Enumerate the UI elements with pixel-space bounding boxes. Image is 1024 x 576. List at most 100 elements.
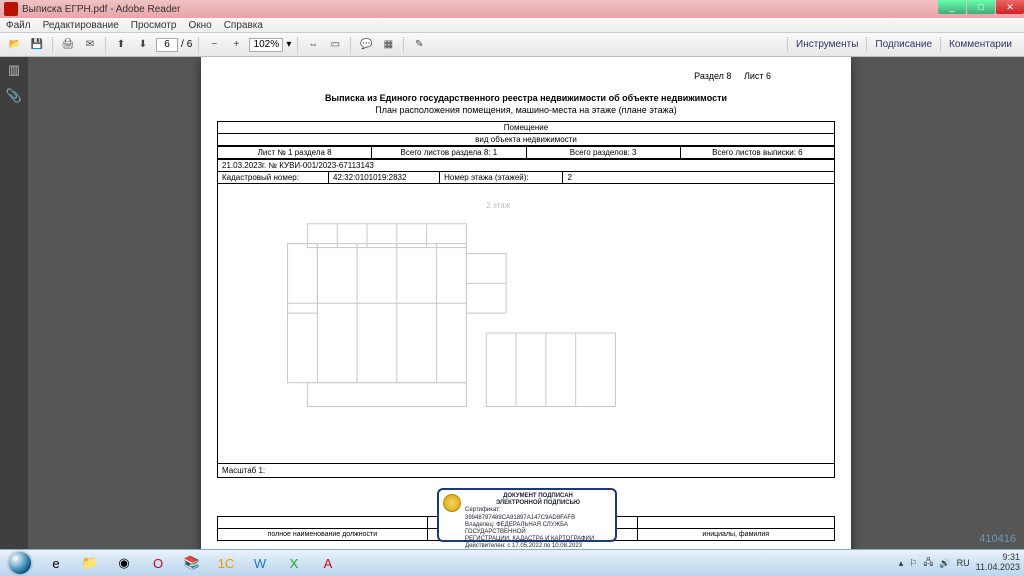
emblem-icon — [443, 494, 461, 512]
zoom-control: ▾ — [249, 38, 291, 52]
email-icon[interactable]: ✉ — [81, 36, 99, 54]
sign-icon[interactable]: ✎ — [410, 36, 428, 54]
stamp-valid: Действителен: с 17.05.2022 по 10.08.2023 — [465, 543, 611, 549]
taskbar-explorer-icon[interactable]: 📁 — [74, 551, 106, 575]
taskbar-pinned: e 📁 ◉ O 📚 1C W X A — [40, 551, 344, 575]
open-file-icon[interactable]: 📂 — [6, 36, 24, 54]
tray-lang[interactable]: RU — [957, 558, 970, 568]
separator — [52, 37, 53, 53]
object-type-label: вид объекта недвижимости — [218, 134, 835, 146]
windows-orb-icon — [9, 552, 31, 574]
thumbnails-icon[interactable]: ▥ — [5, 61, 23, 79]
stamp-owner: Владелец: ФЕДЕРАЛЬНАЯ СЛУЖБА ГОСУДАРСТВЕ… — [465, 522, 611, 536]
floor-label: Номер этажа (этажей): — [440, 172, 563, 184]
page-current-input[interactable] — [156, 38, 178, 52]
menu-help[interactable]: Справка — [224, 20, 263, 31]
tray-volume-icon[interactable]: 🔊 — [939, 558, 950, 569]
sheets-table: Лист № 1 раздела 8 Всего листов раздела … — [217, 146, 835, 159]
page-down-icon[interactable]: ⬇ — [134, 36, 152, 54]
sign-panel-button[interactable]: Подписание — [866, 37, 940, 52]
section-label: Раздел 8 — [694, 71, 731, 81]
comments-panel-button[interactable]: Комментарии — [940, 37, 1020, 52]
taskbar-ie-icon[interactable]: e — [40, 551, 72, 575]
zoom-dropdown-icon[interactable]: ▾ — [286, 39, 291, 50]
cad-value: 42:32:0101019:2832 — [329, 172, 440, 184]
print-icon[interactable]: 🖨 — [59, 36, 77, 54]
plan-floor-label: 2 этаж — [486, 201, 510, 210]
reg-info-table: 21.03.2023г. № КУВИ-001/2023-67113143 Ка… — [217, 159, 835, 184]
save-icon[interactable]: 💾 — [28, 36, 46, 54]
cad-label: Кадастровый номер: — [218, 172, 329, 184]
pdf-page: Раздел 8 Лист 6 Выписка из Единого госуд… — [201, 57, 851, 549]
separator — [198, 37, 199, 53]
page-up-icon[interactable]: ⬆ — [112, 36, 130, 54]
floor-plan: 2 этаж — [217, 184, 835, 464]
zoom-input[interactable] — [249, 38, 283, 52]
scale-row: Масштаб 1: — [217, 464, 835, 478]
taskbar-reader-icon[interactable]: A — [312, 551, 344, 575]
tray-show-hidden-icon[interactable]: ▴ — [899, 558, 904, 569]
taskbar-opera-icon[interactable]: O — [142, 551, 174, 575]
window-titlebar: Выписка ЕГРН.pdf - Adobe Reader _ □ ✕ — [0, 0, 1024, 18]
toolbar: 📂 💾 🖨 ✉ ⬆ ⬇ / 6 − + ▾ ⇔ ▭ 💬 ▦ ✎ Инструме… — [0, 33, 1024, 57]
tray-network-icon[interactable]: 🖧 — [923, 555, 933, 571]
taskbar-word-icon[interactable]: W — [244, 551, 276, 575]
main-area: ▥ 📎 Раздел 8 Лист 6 Выписка из Единого г… — [0, 57, 1024, 549]
tray-clock[interactable]: 9:31 11.04.2023 — [976, 553, 1020, 573]
separator — [105, 37, 106, 53]
window-title: Выписка ЕГРН.pdf - Adobe Reader — [22, 4, 1024, 15]
sig-col-name: инициалы, фамилия — [637, 529, 834, 541]
doc-title: Выписка из Единого государственного реес… — [217, 93, 835, 103]
nav-sidebar: ▥ 📎 — [0, 57, 28, 549]
page-indicator: / 6 — [156, 38, 192, 52]
reg-number: 21.03.2023г. № КУВИ-001/2023-67113143 — [218, 160, 835, 172]
window-close-button[interactable]: ✕ — [996, 0, 1024, 14]
sheet-cell-2: Всего листов раздела 8: 1 — [372, 147, 526, 159]
document-viewport[interactable]: Раздел 8 Лист 6 Выписка из Единого госуд… — [28, 57, 1024, 549]
highlight-icon[interactable]: ▦ — [379, 36, 397, 54]
taskbar-archive-icon[interactable]: 📚 — [176, 551, 208, 575]
menu-view[interactable]: Просмотр — [131, 20, 177, 31]
signature-row: полное наименование должности инициалы, … — [217, 488, 835, 548]
fit-width-icon[interactable]: ⇔ — [304, 36, 322, 54]
watermark-id: 410416 — [979, 533, 1016, 545]
window-maximize-button[interactable]: □ — [967, 0, 995, 14]
zoom-in-icon[interactable]: + — [227, 36, 245, 54]
sheet-label: Лист 6 — [744, 71, 771, 81]
sheet-cell-4: Всего листов выписки: 6 — [680, 147, 834, 159]
menu-window[interactable]: Окно — [188, 20, 211, 31]
tray-date: 11.04.2023 — [976, 563, 1020, 573]
sheet-cell-3: Всего разделов: 3 — [526, 147, 680, 159]
taskbar-chrome-icon[interactable]: ◉ — [108, 551, 140, 575]
menu-edit[interactable]: Редактирование — [43, 20, 119, 31]
digital-signature-stamp: ДОКУМЕНТ ПОДПИСАН ЭЛЕКТРОННОЙ ПОДПИСЬЮ С… — [437, 488, 617, 542]
window-minimize-button[interactable]: _ — [938, 0, 966, 14]
tray-flag-icon[interactable]: ⚐ — [909, 558, 917, 569]
separator — [297, 37, 298, 53]
page-header-right: Раздел 8 Лист 6 — [694, 71, 771, 81]
page-sep: / — [181, 39, 184, 50]
taskbar-excel-icon[interactable]: X — [278, 551, 310, 575]
attachments-icon[interactable]: 📎 — [5, 87, 23, 105]
comment-icon[interactable]: 💬 — [357, 36, 375, 54]
sheet-cell-1: Лист № 1 раздела 8 — [218, 147, 372, 159]
floor-value: 2 — [563, 172, 835, 184]
taskbar-1c-icon[interactable]: 1C — [210, 551, 242, 575]
stamp-line2: ЭЛЕКТРОННОЙ ПОДПИСЬЮ — [465, 500, 611, 507]
start-button[interactable] — [2, 550, 38, 576]
zoom-out-icon[interactable]: − — [205, 36, 223, 54]
object-type: Помещение — [218, 122, 835, 134]
page-total: 6 — [187, 39, 193, 50]
tools-panel-button[interactable]: Инструменты — [787, 37, 866, 52]
separator — [403, 37, 404, 53]
separator — [350, 37, 351, 53]
stamp-cert: Сертификат: 39948797488CA91897A147C9AD9F… — [465, 507, 611, 521]
sig-col-post: полное наименование должности — [218, 529, 428, 541]
menubar: Файл Редактирование Просмотр Окно Справк… — [0, 18, 1024, 33]
doc-subtitle: План расположения помещения, машино-мест… — [217, 105, 835, 115]
fit-page-icon[interactable]: ▭ — [326, 36, 344, 54]
app-icon — [4, 2, 18, 16]
system-tray: ▴ ⚐ 🖧 🔊 RU 9:31 11.04.2023 — [899, 553, 1020, 573]
menu-file[interactable]: Файл — [6, 20, 31, 31]
object-type-table: Помещение вид объекта недвижимости — [217, 121, 835, 146]
